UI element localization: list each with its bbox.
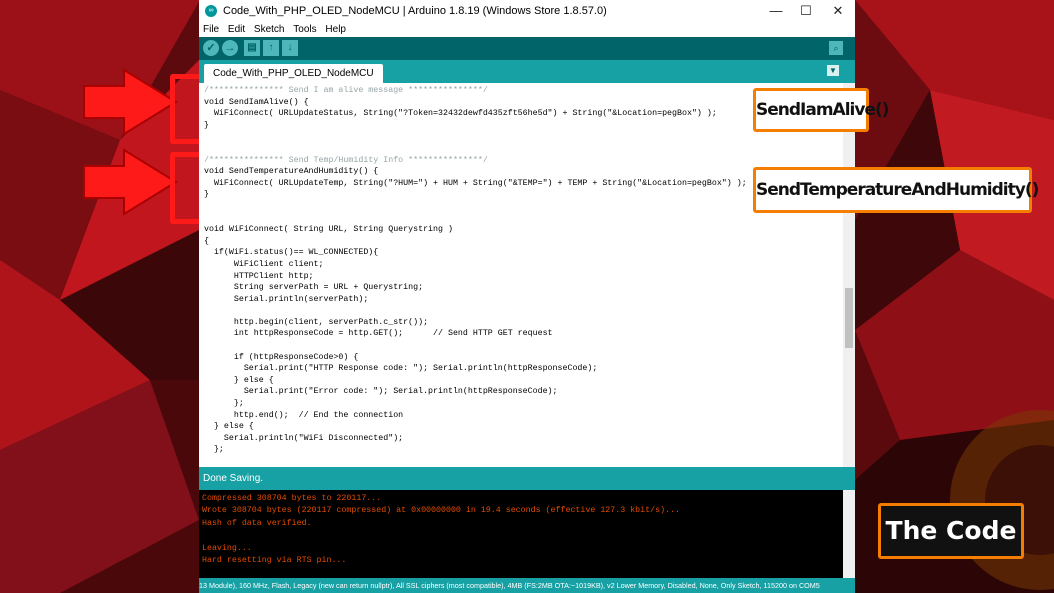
code-line: HTTPClient http; [204,271,314,281]
code-line: /*************** Send I am alive message… [204,86,488,95]
maximize-button[interactable]: ☐ [791,0,821,22]
menu-sketch[interactable]: Sketch [254,24,285,35]
code-line: Serial.print("Error code: "); Serial.pri… [204,387,558,397]
code-line: } else { [204,422,254,432]
code-line: if (httpResponseCode>0) { [204,352,359,362]
toolbar: ✓ → ▤ ↑ ↓ ⌕ [199,37,855,60]
callout-send-alive: SendIamAlive() [753,88,890,132]
editor-scrollbar[interactable] [843,83,855,467]
menu-bar: File Edit Sketch Tools Help [199,22,855,37]
red-arrow-1 [83,68,178,136]
code-line: Serial.println("WiFi Disconnected"); [204,433,404,443]
code-line: String serverPath = URL + Querystring; [204,283,424,293]
window-title: Code_With_PHP_OLED_NodeMCU | Arduino 1.8… [223,5,607,17]
tab-menu-icon[interactable]: ▼ [827,65,839,76]
console-scrollbar[interactable] [843,490,855,578]
minimize-button[interactable]: — [761,0,791,22]
code-line: http.end(); // End the connection [204,410,404,420]
upload-icon[interactable]: → [222,40,238,56]
new-sketch-icon[interactable]: ▤ [244,40,260,56]
code-text: /*************** Send I am alive message… [204,85,747,456]
code-line: int httpResponseCode = http.GET(); // Se… [204,329,553,339]
code-line: } [204,120,209,130]
save-sketch-icon[interactable]: ↓ [282,40,298,56]
status-message: Done Saving. [203,473,264,484]
arduino-icon: ∞ [205,5,217,17]
status-bar: Done Saving. [199,467,855,490]
code-line: Serial.print("HTTP Response code: "); Se… [204,364,598,374]
code-line: WiFiClient client; [204,259,324,269]
code-line: void SendTemperatureAndHumidity() { [204,167,379,177]
code-line: void SendIamAlive() { [204,97,309,107]
code-line: Serial.println(serverPath); [204,294,369,304]
code-line: void WiFiConnect( String URL, String Que… [204,225,453,235]
menu-tools[interactable]: Tools [293,24,316,35]
menu-help[interactable]: Help [325,24,346,35]
code-editor[interactable]: /*************** Send I am alive message… [199,83,843,467]
tab-bar: Code_With_PHP_OLED_NodeMCU ▼ [199,60,855,83]
editor-scrollbar-thumb[interactable] [845,288,853,348]
close-button[interactable]: ✕ [823,0,853,22]
callout-the-code: The Code [878,503,1024,559]
console-line: Leaving... [202,543,252,553]
code-line: WiFiConnect( URLUpdateStatus, String("?T… [204,109,717,119]
title-bar: ∞ Code_With_PHP_OLED_NodeMCU | Arduino 1… [199,0,855,22]
board-info: 13 Module), 160 MHz, Flash, Legacy (new … [199,581,820,590]
verify-icon[interactable]: ✓ [203,40,219,56]
serial-monitor-icon[interactable]: ⌕ [829,41,843,55]
code-line: }; [204,445,224,455]
console-line: Hash of data verified. [202,518,312,528]
open-sketch-icon[interactable]: ↑ [263,40,279,56]
red-arrow-2 [83,148,178,216]
console-text: Compressed 308704 bytes to 220117... Wrot… [202,493,680,567]
code-line: } else { [204,375,274,385]
code-line: { [204,236,209,246]
console-line: Hard resetting via RTS pin... [202,556,347,566]
tab-sketch[interactable]: Code_With_PHP_OLED_NodeMCU [204,64,383,83]
callout-send-temp: SendTemperatureAndHumidity() [753,167,1039,213]
menu-file[interactable]: File [203,24,219,35]
code-line: http.begin(client, serverPath.c_str()); [204,317,429,327]
console-line: Wrote 308704 bytes (220117 compressed) a… [202,506,680,516]
code-line: if(WiFi.status()== WL_CONNECTED){ [204,248,379,258]
console-line: Compressed 308704 bytes to 220117... [202,494,382,503]
menu-edit[interactable]: Edit [228,24,245,35]
code-line: } [204,190,209,200]
code-line: WiFiConnect( URLUpdateTemp, String("?HUM… [204,178,747,188]
code-line: /*************** Send Temp/Humidity Info… [204,155,488,165]
output-console[interactable]: Compressed 308704 bytes to 220117... Wrot… [199,490,843,578]
code-line: }; [204,399,244,409]
board-info-bar: 13 Module), 160 MHz, Flash, Legacy (new … [199,578,855,593]
